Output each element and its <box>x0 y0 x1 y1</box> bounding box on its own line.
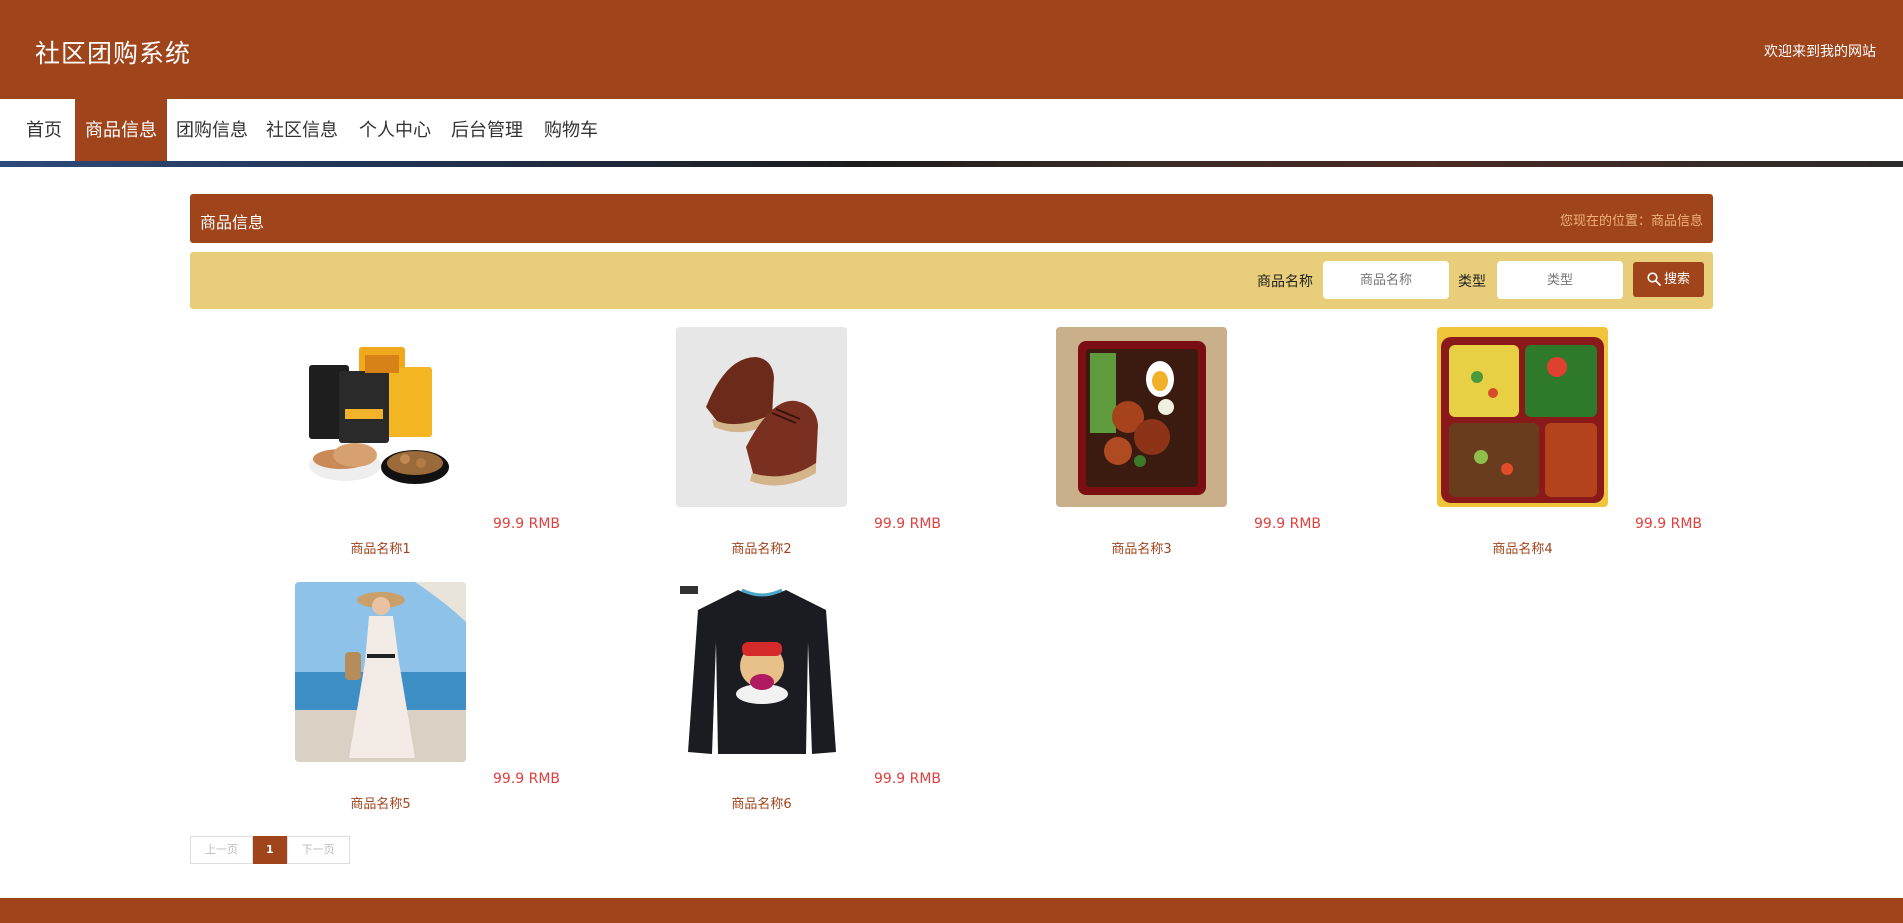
product-name[interactable]: 商品名称4 <box>1437 538 1608 557</box>
nav-item-products[interactable]: 商品信息 <box>75 99 167 163</box>
prev-page-button[interactable]: 上一页 <box>190 836 253 864</box>
dress-woman-image <box>295 582 466 762</box>
search-button-label: 搜索 <box>1663 272 1690 287</box>
nav-item-personal-center[interactable]: 个人中心 <box>349 99 441 163</box>
product-price: 99.9 RMB <box>493 771 561 787</box>
top-header: 社区团购系统 欢迎来到我的网站 <box>0 0 1903 99</box>
black-tshirt-image <box>676 582 847 762</box>
product-card[interactable]: 99.9 RMB 商品名称5 <box>295 582 625 822</box>
product-image[interactable] <box>676 327 847 507</box>
search-button[interactable]: 搜索 <box>1633 262 1704 297</box>
search-bar: 商品名称 类型 搜索 <box>190 252 1713 309</box>
search-icon <box>1647 272 1661 286</box>
product-image[interactable] <box>295 327 466 507</box>
product-price: 99.9 RMB <box>493 516 561 532</box>
type-label: 类型 <box>1458 274 1486 290</box>
product-name[interactable]: 商品名称3 <box>1056 538 1227 557</box>
product-image[interactable] <box>295 582 466 762</box>
main-nav: 首页 商品信息 团购信息 社区信息 个人中心 后台管理 购物车 <box>0 99 1903 163</box>
product-image[interactable] <box>1437 327 1608 507</box>
nav-item-cart[interactable]: 购物车 <box>534 99 608 163</box>
nav-item-admin[interactable]: 后台管理 <box>441 99 533 163</box>
product-name[interactable]: 商品名称6 <box>676 793 847 812</box>
product-name[interactable]: 商品名称1 <box>295 538 466 557</box>
product-card[interactable]: 99.9 RMB 商品名称4 <box>1437 327 1767 567</box>
site-title: 社区团购系统 <box>35 39 192 68</box>
product-price: 99.9 RMB <box>874 516 942 532</box>
product-card[interactable]: 99.9 RMB 商品名称3 <box>1056 327 1386 567</box>
product-price: 99.9 RMB <box>874 771 942 787</box>
product-name-input[interactable] <box>1323 261 1449 299</box>
nav-item-community[interactable]: 社区信息 <box>256 99 348 163</box>
nav-item-home[interactable]: 首页 <box>16 99 72 163</box>
snack-food-image <box>295 327 466 507</box>
product-price: 99.9 RMB <box>1254 516 1322 532</box>
next-page-button[interactable]: 下一页 <box>286 836 350 864</box>
footer <box>0 898 1903 923</box>
product-name[interactable]: 商品名称5 <box>295 793 466 812</box>
product-price: 99.9 RMB <box>1635 516 1703 532</box>
bento-box-image <box>1056 327 1227 507</box>
nav-item-group-buy[interactable]: 团购信息 <box>166 99 258 163</box>
breadcrumb: 您现在的位置：商品信息 <box>1559 214 1703 229</box>
current-page-button[interactable]: 1 <box>253 836 287 864</box>
welcome-text: 欢迎来到我的网站 <box>1764 44 1876 60</box>
section-title: 商品信息 <box>200 213 265 232</box>
pagination: 上一页 1 下一页 <box>190 836 350 864</box>
product-name[interactable]: 商品名称2 <box>676 538 847 557</box>
product-name-label: 商品名称 <box>1257 274 1313 290</box>
product-card[interactable]: 99.9 RMB 商品名称2 <box>676 327 1006 567</box>
product-card[interactable]: 99.9 RMB 商品名称1 <box>295 327 625 567</box>
type-input[interactable] <box>1497 261 1623 299</box>
section-header: 商品信息 您现在的位置：商品信息 <box>190 194 1713 243</box>
product-image[interactable] <box>1056 327 1227 507</box>
banner-strip <box>0 161 1903 167</box>
lunch-box-image <box>1437 327 1608 507</box>
product-image[interactable] <box>676 582 847 762</box>
leather-shoes-image <box>676 327 847 507</box>
product-card[interactable]: 99.9 RMB 商品名称6 <box>676 582 1006 822</box>
